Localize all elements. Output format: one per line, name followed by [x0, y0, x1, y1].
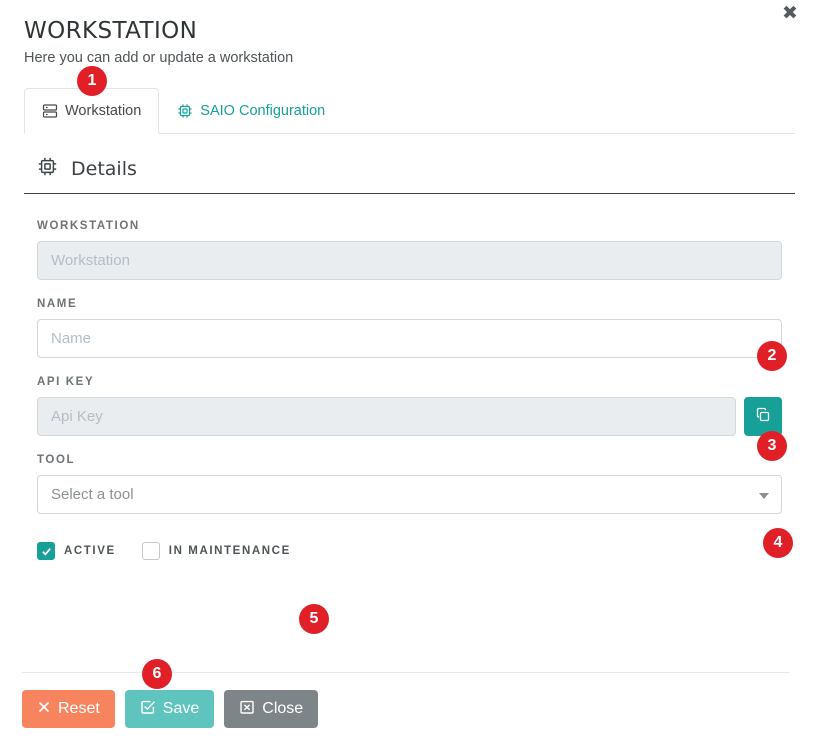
name-input[interactable] [37, 319, 782, 358]
checkbox-row: ACTIVE IN MAINTENANCE [24, 532, 795, 560]
field-tool: TOOL Select a tool [24, 454, 795, 514]
checkbox-in-maintenance[interactable]: IN MAINTENANCE [141, 542, 291, 560]
server-icon [42, 103, 58, 119]
field-workstation-label: WORKSTATION [37, 220, 140, 232]
workstation-input[interactable] [37, 241, 782, 280]
save-button[interactable]: Save [124, 690, 215, 728]
chip-icon [37, 156, 58, 182]
reset-button-label: Reset [58, 700, 100, 717]
check-square-icon [140, 699, 156, 720]
close-button-label: Close [262, 700, 304, 717]
tab-saio-configuration-label: SAIO Configuration [200, 103, 326, 119]
field-name-label: NAME [37, 298, 78, 310]
checkbox-active-box[interactable] [37, 542, 55, 560]
badge-2: 2 [757, 341, 787, 371]
checkbox-active-label: ACTIVE [64, 545, 116, 557]
page-subtitle: Here you can add or update a workstation [24, 50, 294, 66]
copy-icon [755, 407, 771, 426]
close-button[interactable]: Close [224, 690, 319, 728]
badge-3: 3 [757, 431, 787, 461]
field-tool-label: TOOL [37, 454, 76, 466]
tab-saio-configuration[interactable]: SAIO Configuration [159, 88, 343, 134]
page-title: WORKSTATION [24, 18, 198, 44]
tab-bar: Workstation SAIO Configuration [24, 88, 795, 134]
chip-icon [177, 103, 193, 119]
badge-4: 4 [763, 528, 793, 558]
x-square-icon [239, 699, 255, 720]
details-section-title: Details [71, 158, 137, 180]
tool-select[interactable]: Select a tool [37, 475, 782, 514]
copy-api-key-button[interactable] [744, 397, 782, 436]
modal-header: WORKSTATION Here you can add or update a… [0, 0, 819, 66]
api-key-group [37, 397, 782, 436]
workstation-modal: ✖ WORKSTATION Here you can add or update… [0, 0, 819, 749]
x-icon [37, 700, 51, 719]
tab-workstation-label: Workstation [65, 103, 142, 119]
close-x-icon[interactable]: ✖ [779, 2, 801, 24]
field-api-key: API KEY [24, 376, 795, 436]
save-button-label: Save [162, 700, 200, 717]
badge-1: 1 [77, 66, 107, 96]
footer-actions: Reset Save Close [22, 690, 319, 728]
field-workstation: WORKSTATION [24, 220, 795, 280]
field-name: NAME [24, 298, 795, 358]
details-section-header: Details [24, 134, 795, 194]
checkbox-in-maintenance-label: IN MAINTENANCE [168, 545, 291, 557]
footer-divider [22, 672, 790, 673]
badge-5: 5 [299, 604, 329, 634]
badge-6: 6 [142, 659, 172, 689]
modal-body: Details WORKSTATION NAME API KEY [0, 134, 819, 560]
reset-button[interactable]: Reset [22, 690, 115, 728]
api-key-input[interactable] [37, 397, 736, 436]
tool-select-wrap: Select a tool [37, 475, 782, 514]
field-api-key-label: API KEY [37, 376, 95, 388]
checkbox-in-maintenance-box[interactable] [141, 542, 160, 560]
checkbox-active[interactable]: ACTIVE [37, 542, 116, 560]
